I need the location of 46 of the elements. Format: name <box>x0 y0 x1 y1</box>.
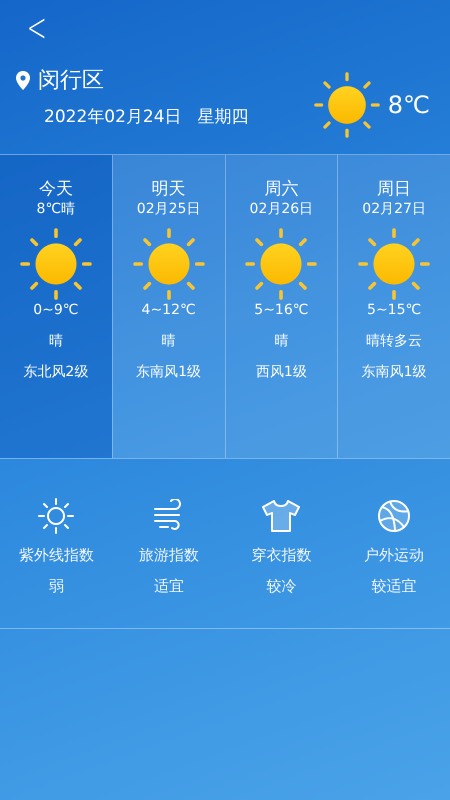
index-name: 穿衣指数 <box>250 545 312 566</box>
weather-condition: 晴 <box>160 332 177 352</box>
weather-condition: 晴 <box>48 332 64 352</box>
ball-icon <box>376 499 411 533</box>
date-label: 02月26日 <box>248 200 314 220</box>
weekday-text: 星期四 <box>198 106 249 129</box>
index-value: 较冷 <box>265 576 298 596</box>
date-label: 02月27日 <box>361 200 427 220</box>
index-value: 适宜 <box>152 576 185 596</box>
weather-condition: 晴转多云 <box>365 332 424 352</box>
wind-text: 东北风2级 <box>22 363 90 382</box>
t-shirt-icon <box>261 499 302 533</box>
day-label: 周日 <box>376 179 412 200</box>
forecast-day-card[interactable]: 周日 02月27日 5~15℃ 晴转多云 东南风1级 <box>337 155 450 458</box>
forecast-day-card[interactable]: 明天 02月25日 4~12℃ 晴 东南风1级 <box>112 155 224 458</box>
index-name: 旅游指数 <box>138 545 200 566</box>
date-text: 2022年02月24日 <box>44 106 182 129</box>
sun-icon <box>245 228 318 300</box>
date-label: 8℃晴 <box>36 200 76 220</box>
wind-text: 西风1级 <box>254 363 308 382</box>
forecast-day-card[interactable]: 周六 02月26日 5~16℃ 晴 西风1级 <box>224 155 338 458</box>
sun-icon <box>20 228 92 300</box>
temperature-range: 4~12℃ <box>140 301 197 320</box>
forecast-day-card[interactable]: 今天 8℃晴 0~9℃ 晴 东北风2级 <box>0 155 112 458</box>
day-label: 今天 <box>38 179 74 200</box>
temperature-range: 5~16℃ <box>253 301 310 320</box>
sun-icon <box>314 72 380 138</box>
index-name: 户外运动 <box>362 545 425 566</box>
location-pin-icon <box>16 70 30 90</box>
wind-text: 东南风1级 <box>135 363 202 382</box>
index-name: 紫外线指数 <box>18 545 95 566</box>
back-button[interactable]: < <box>26 8 47 48</box>
sun-icon <box>358 228 430 300</box>
day-label: 周六 <box>263 179 300 200</box>
temperature-range: 5~15℃ <box>366 301 422 320</box>
date-label: 02月25日 <box>136 200 202 220</box>
day-label: 明天 <box>150 179 187 200</box>
index-value: 弱 <box>48 576 65 596</box>
wind-text: 东南风1级 <box>360 363 428 382</box>
location-name: 闵行区 <box>38 66 104 95</box>
weather-condition: 晴 <box>273 332 290 352</box>
current-temperature: 8℃ <box>388 90 430 121</box>
temperature-range: 0~9℃ <box>32 301 80 320</box>
sun-icon <box>132 228 205 300</box>
sun-outline-icon <box>36 496 76 536</box>
index-value: 较适宜 <box>370 576 418 596</box>
